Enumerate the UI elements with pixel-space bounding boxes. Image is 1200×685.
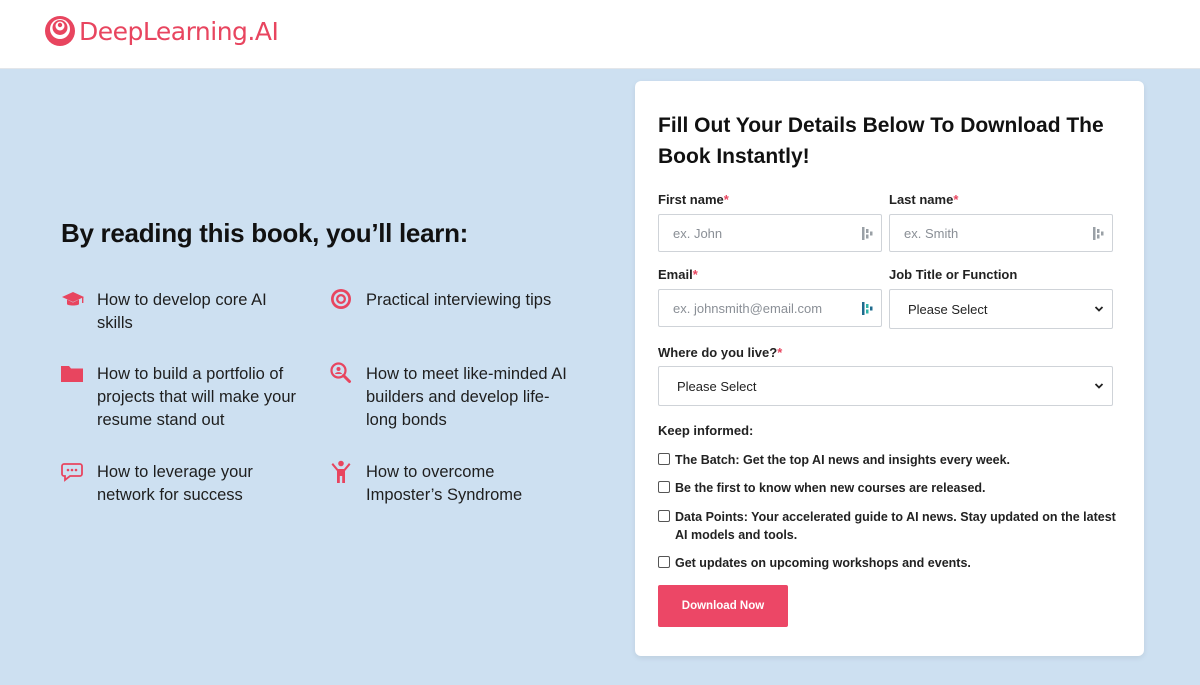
- person-cheer-icon: [331, 460, 351, 483]
- site-header: DeepLearning.AI: [0, 0, 1200, 69]
- feature-item: How to leverage your network for success: [61, 461, 291, 507]
- first-name-input[interactable]: [659, 215, 881, 251]
- search-people-icon: [330, 362, 351, 383]
- checkbox-option[interactable]: The Batch: Get the top AI news and insig…: [658, 451, 1118, 469]
- last-name-label: Last name*: [889, 192, 959, 207]
- chevron-down-icon: [1094, 306, 1104, 312]
- brand-name: DeepLearning.AI: [79, 16, 279, 46]
- last-name-field[interactable]: [889, 214, 1113, 252]
- checkbox-option[interactable]: Be the first to know when new courses ar…: [658, 479, 1118, 497]
- location-selected: Please Select: [677, 378, 757, 394]
- required-marker: *: [692, 267, 698, 282]
- password-manager-icon[interactable]: [862, 226, 874, 241]
- feature-item: How to build a portfolio of projects tha…: [61, 363, 311, 432]
- keep-informed-label: Keep informed:: [658, 423, 754, 438]
- job-title-label: Job Title or Function: [889, 267, 1018, 282]
- chat-bubble-icon: [61, 463, 83, 482]
- checkbox[interactable]: [658, 510, 670, 522]
- download-form-card: Fill Out Your Details Below To Download …: [635, 81, 1144, 656]
- feature-text: How to leverage your network for success: [97, 463, 253, 504]
- checkbox-label[interactable]: The Batch: Get the top AI news and insig…: [675, 451, 1010, 469]
- chevron-down-icon: [1094, 383, 1104, 389]
- email-field[interactable]: [658, 289, 882, 327]
- form-title: Fill Out Your Details Below To Download …: [658, 114, 1104, 168]
- target-icon: [331, 289, 351, 309]
- email-label: Email*: [658, 267, 698, 282]
- checkbox[interactable]: [658, 453, 670, 465]
- first-name-field[interactable]: [658, 214, 882, 252]
- feature-text: How to develop core AI skills: [97, 291, 267, 332]
- checkbox[interactable]: [658, 481, 670, 493]
- feature-item: Practical interviewing tips: [330, 289, 590, 312]
- required-marker: *: [723, 192, 729, 207]
- checkbox-option[interactable]: Get updates on upcoming workshops and ev…: [658, 554, 1118, 572]
- checkbox-label[interactable]: Get updates on upcoming workshops and ev…: [675, 554, 971, 572]
- password-manager-icon[interactable]: [1093, 226, 1105, 241]
- feature-item: How to meet like-minded AI builders and …: [330, 362, 580, 432]
- required-marker: *: [953, 192, 959, 207]
- feature-text: Practical interviewing tips: [366, 291, 552, 309]
- job-title-select[interactable]: Please Select: [889, 289, 1113, 329]
- checkbox-label[interactable]: Data Points: Your accelerated guide to A…: [675, 508, 1118, 544]
- checkbox-option[interactable]: Data Points: Your accelerated guide to A…: [658, 508, 1118, 544]
- feature-text: How to meet like-minded AI builders and …: [366, 365, 567, 429]
- password-manager-icon[interactable]: [862, 301, 874, 316]
- learn-heading: By reading this book, you’ll learn:: [61, 218, 469, 248]
- required-marker: *: [777, 345, 783, 360]
- feature-item: How to overcome Imposter’s Syndrome: [330, 460, 560, 507]
- location-label: Where do you live?*: [658, 345, 783, 360]
- location-select[interactable]: Please Select: [658, 366, 1113, 406]
- last-name-input[interactable]: [890, 215, 1112, 251]
- checkbox[interactable]: [658, 556, 670, 568]
- logo[interactable]: DeepLearning.AI: [44, 15, 279, 47]
- job-title-selected: Please Select: [908, 301, 988, 317]
- graduation-cap-icon: [62, 292, 84, 306]
- feature-item: How to develop core AI skills: [61, 289, 301, 335]
- checkbox-label[interactable]: Be the first to know when new courses ar…: [675, 479, 986, 497]
- feature-text: How to overcome Imposter’s Syndrome: [366, 463, 523, 504]
- feature-text: How to build a portfolio of projects tha…: [97, 365, 296, 429]
- first-name-label: First name*: [658, 192, 729, 207]
- folder-icon: [61, 366, 83, 382]
- email-input[interactable]: [659, 290, 881, 326]
- deeplearning-logo-icon: [45, 16, 75, 46]
- download-now-button[interactable]: Download Now: [658, 585, 788, 627]
